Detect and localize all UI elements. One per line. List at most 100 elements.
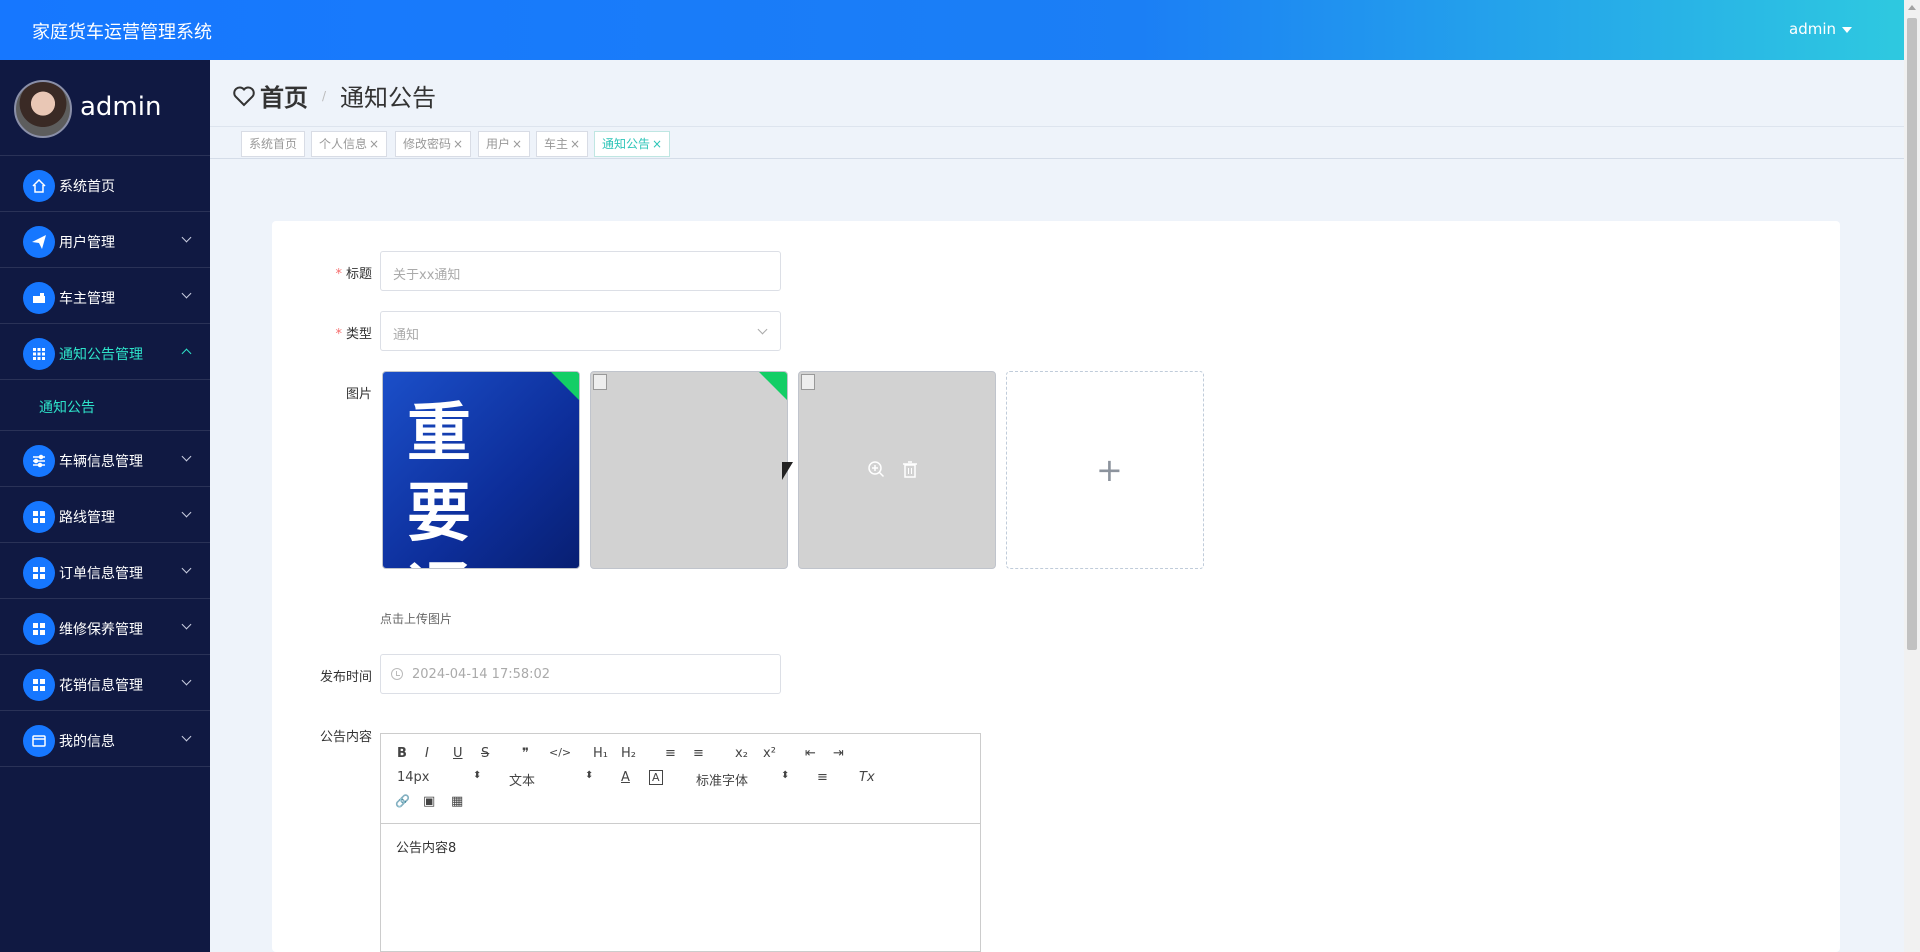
editor-toolbar: B I U S ❞ </> H₁ H₂ ≡ ≡ x₂ x² ⇤ ⇥ 14px ⬍… — [381, 734, 980, 824]
tab-label: 用户 — [486, 137, 511, 151]
paper-plane-icon — [23, 226, 55, 258]
close-icon[interactable]: × — [369, 137, 379, 151]
sidebar-profile: admin — [0, 60, 210, 156]
sidebar-item-vehicles[interactable]: 车辆信息管理 — [0, 431, 210, 487]
type-value: 通知 — [393, 328, 420, 343]
font-size-select[interactable]: 14px — [397, 770, 430, 785]
font-size-select-arrow-icon: ⬍ — [473, 770, 482, 781]
chevron-down-icon — [181, 731, 192, 742]
apps-icon — [23, 501, 55, 533]
tab-change-password[interactable]: 修改密码 × — [395, 131, 472, 157]
sidebar-item-label: 系统首页 — [59, 179, 115, 195]
ordered-list-button[interactable]: ≡ — [665, 746, 676, 761]
top-header: 家庭货车运营管理系统 admin — [0, 0, 1904, 60]
tab-label: 个人信息 — [319, 137, 368, 151]
page-scrollbar[interactable] — [1904, 0, 1920, 952]
tab-label: 车主 — [544, 137, 569, 151]
sidebar-item-label: 通知公告管理 — [59, 347, 143, 363]
upload-success-badge — [757, 372, 787, 403]
scroll-up-arrow-icon[interactable] — [1908, 5, 1916, 10]
scrollbar-thumb[interactable] — [1907, 18, 1917, 650]
sliders-icon — [23, 445, 55, 477]
grid-icon — [23, 338, 55, 370]
close-icon[interactable]: × — [512, 137, 522, 151]
format-select-arrow-icon: ⬍ — [585, 770, 594, 781]
tab-notices[interactable]: 通知公告 × — [594, 131, 671, 157]
clean-format-button[interactable]: Tx — [859, 770, 875, 785]
tab-personal-info[interactable]: 个人信息 × — [311, 131, 388, 157]
close-icon[interactable]: × — [570, 137, 580, 151]
zoom-in-icon[interactable] — [867, 460, 885, 478]
header1-button[interactable]: H₁ — [593, 746, 608, 761]
header2-button[interactable]: H₂ — [621, 746, 636, 761]
chevron-down-icon — [181, 507, 192, 518]
avatar — [14, 80, 72, 138]
required-mark: * — [335, 267, 342, 282]
sidebar-item-users[interactable]: 用户管理 — [0, 212, 210, 268]
format-select[interactable]: 文本 — [509, 770, 535, 789]
sidebar-item-routes[interactable]: 路线管理 — [0, 487, 210, 543]
breadcrumb: 首页 / 通知公告 — [210, 60, 1904, 126]
editor-content[interactable]: 公告内容8 — [396, 837, 456, 856]
chevron-down-icon — [181, 619, 192, 630]
chevron-down-icon — [181, 288, 192, 299]
close-icon[interactable]: × — [453, 137, 463, 151]
subscript-button[interactable]: x₂ — [735, 746, 748, 761]
delete-icon[interactable] — [901, 460, 919, 478]
title-label-text: 标题 — [345, 267, 372, 282]
tab-label: 通知公告 — [602, 137, 651, 151]
sidebar-item-notice-management[interactable]: 通知公告管理 — [0, 324, 210, 380]
blockquote-button[interactable]: ❞ — [522, 746, 529, 761]
sidebar-item-label: 用户管理 — [59, 235, 115, 251]
sidebar-item-my-info[interactable]: 我的信息 — [0, 711, 210, 767]
underline-button[interactable]: U — [453, 746, 463, 761]
sidebar-item-expenses[interactable]: 花销信息管理 — [0, 655, 210, 711]
uploaded-image-1[interactable]: 重 要通 告 — [382, 371, 580, 569]
tab-system-home[interactable]: 系统首页 — [241, 131, 306, 157]
tab-label: 修改密码 — [403, 137, 452, 151]
code-block-button[interactable]: </> — [549, 746, 571, 759]
sidebar-item-maintenance[interactable]: 维修保养管理 — [0, 599, 210, 655]
type-label-text: 类型 — [345, 327, 372, 342]
breadcrumb-home[interactable]: 首页 — [260, 78, 308, 113]
align-button[interactable]: ≡ — [817, 770, 828, 785]
wallet-icon — [23, 725, 55, 757]
type-label: * 类型 — [262, 323, 372, 342]
clock-icon — [391, 668, 403, 680]
strike-button[interactable]: S — [481, 746, 489, 761]
sidebar-item-home[interactable]: 系统首页 — [0, 156, 210, 212]
close-icon[interactable]: × — [652, 137, 662, 151]
bold-button[interactable]: B — [397, 746, 407, 761]
notice-image-text: 重 要通 告 — [407, 396, 479, 568]
text-color-button[interactable]: A — [621, 770, 630, 785]
car-owner-icon — [23, 282, 55, 314]
sidebar-item-orders[interactable]: 订单信息管理 — [0, 543, 210, 599]
bullet-list-button[interactable]: ≡ — [693, 746, 704, 761]
font-family-select[interactable]: 标准字体 — [696, 770, 748, 789]
publish-time-picker[interactable]: 2024-04-14 17:58:02 — [380, 654, 781, 694]
outdent-button[interactable]: ⇤ — [805, 746, 816, 761]
plus-icon: + — [1096, 451, 1123, 489]
indent-button[interactable]: ⇥ — [833, 746, 844, 761]
background-color-button[interactable]: A — [649, 770, 663, 785]
image-button[interactable]: ▣ — [423, 794, 435, 809]
link-button[interactable]: 🔗 — [395, 794, 410, 808]
heart-icon — [233, 86, 255, 106]
uploaded-image-2[interactable] — [590, 371, 788, 569]
user-menu[interactable]: admin — [1789, 20, 1852, 38]
upload-image-button[interactable]: + — [1006, 371, 1204, 569]
tab-users[interactable]: 用户 × — [478, 131, 531, 157]
uploaded-image-3[interactable] — [798, 371, 996, 569]
sidebar-subitem-notice[interactable]: 通知公告 — [0, 380, 210, 431]
broken-image-icon — [593, 374, 607, 390]
video-button[interactable]: ▦ — [451, 794, 463, 809]
superscript-button[interactable]: x² — [763, 746, 776, 761]
sidebar-item-owners[interactable]: 车主管理 — [0, 268, 210, 324]
type-select[interactable]: 通知 — [380, 311, 781, 351]
tab-owners[interactable]: 车主 × — [536, 131, 589, 157]
italic-button[interactable]: I — [425, 746, 429, 761]
rich-text-editor[interactable]: B I U S ❞ </> H₁ H₂ ≡ ≡ x₂ x² ⇤ ⇥ 14px ⬍… — [380, 733, 981, 952]
profile-name: admin — [80, 92, 162, 122]
chevron-down-icon — [181, 451, 192, 462]
title-input[interactable]: 关于xx通知 — [380, 251, 781, 291]
